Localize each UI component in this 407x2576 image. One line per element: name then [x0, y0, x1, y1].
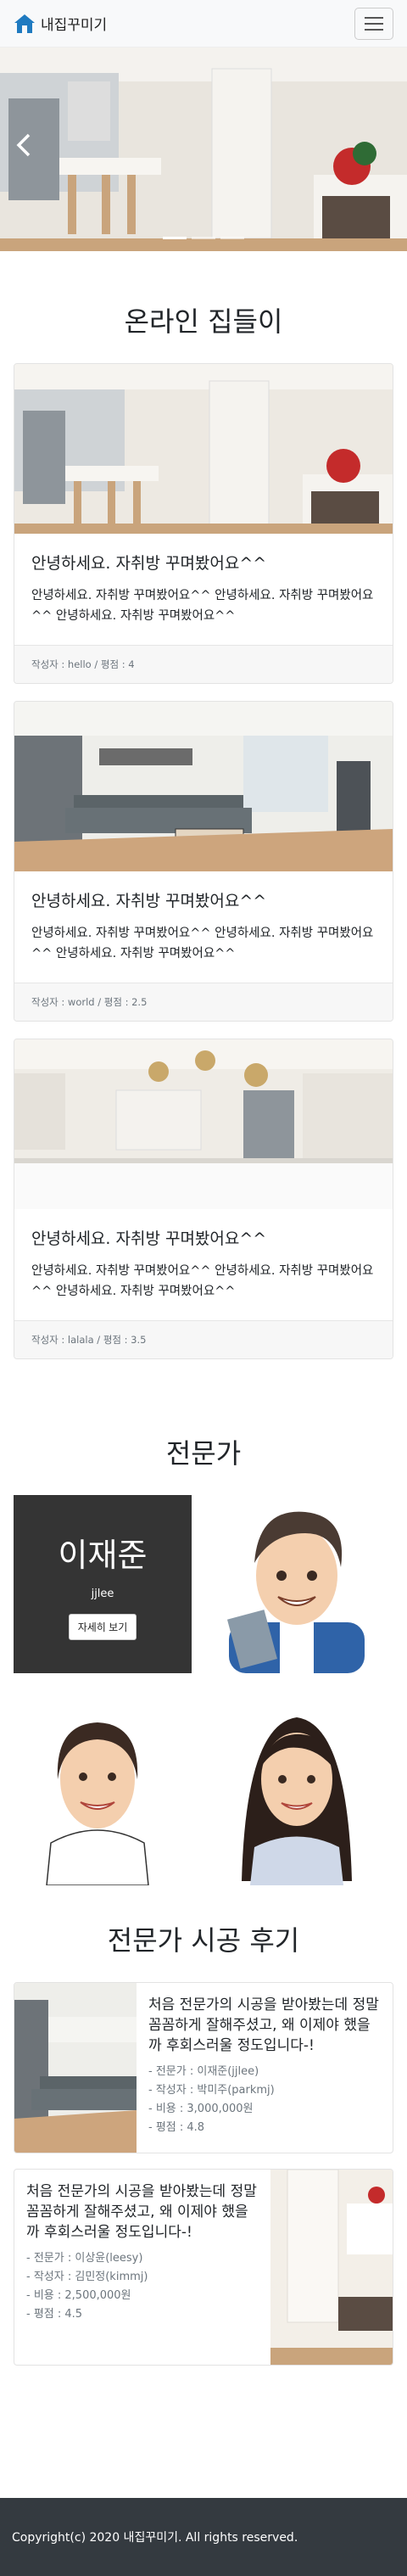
- card-text: 안녕하세요. 자취방 꾸며봤어요^^ 안녕하세요. 자취방 꾸며봤어요^^ 안녕…: [31, 927, 374, 960]
- expert-avatar[interactable]: [229, 1699, 365, 1885]
- review-title: 처음 전문가의 시공을 받아봤는데 정말 꼼꼼하게 잘해주셨고, 왜 이제야 했…: [148, 1996, 379, 2054]
- card-image: [14, 1039, 393, 1209]
- hero-carousel: [0, 48, 407, 251]
- review-detail-author: - 작성자 : 김민정(kimmj): [26, 2271, 148, 2283]
- card-title[interactable]: 안녕하세요. 자취방 꾸며봤어요^^: [31, 551, 376, 574]
- carousel-indicator[interactable]: [220, 237, 244, 239]
- review-detail-cost: - 비용 : 2,500,000원: [26, 2289, 131, 2302]
- review-detail-rating: - 평점 : 4.8: [148, 2121, 205, 2134]
- card-body: 안녕하세요. 자취방 꾸며봤어요^^ 안녕하세요. 자취방 꾸며봤어요^^ 안녕…: [14, 871, 393, 983]
- section-title-experts: 전문가: [165, 1437, 242, 1470]
- expert-avatar[interactable]: [212, 1495, 382, 1673]
- brand-link[interactable]: 내집꾸미기: [14, 13, 107, 34]
- expert-avatar[interactable]: [34, 1699, 161, 1885]
- expert-name: 이재준: [58, 1536, 148, 1574]
- review-body: 처음 전문가의 시공을 받아봤는데 정말 꼼꼼하게 잘해주셨고, 왜 이제야 했…: [137, 1983, 393, 2153]
- card-body: 안녕하세요. 자취방 꾸며봤어요^^ 안녕하세요. 자취방 꾸며봤어요^^ 안녕…: [14, 534, 393, 645]
- review-detail-cost: - 비용 : 3,000,000원: [148, 2103, 254, 2115]
- review-detail-expert: - 전문가 : 이상윤(leesy): [26, 2252, 143, 2265]
- review-title: 처음 전문가의 시공을 받아봤는데 정말 꼼꼼하게 잘해주셨고, 왜 이제야 했…: [26, 2183, 257, 2241]
- review-body: 처음 전문가의 시공을 받아봤는데 정말 꼼꼼하게 잘해주셨고, 왜 이제야 했…: [14, 2170, 270, 2365]
- card-image: [14, 702, 393, 871]
- footer-copyright: Copyright(c) 2020 내집꾸미기. All rights rese…: [12, 2531, 298, 2545]
- card-footer: 작성자 : world / 평점 : 2.5: [14, 983, 393, 1021]
- hero-image: [0, 48, 407, 251]
- expert-detail-button[interactable]: 자세히 보기: [68, 1613, 137, 1640]
- hamburger-icon: [365, 16, 383, 19]
- review-details: - 전문가 : 이상윤(leesy) - 작성자 : 김민정(kimmj) - …: [26, 2249, 259, 2324]
- review-detail-rating: - 평점 : 4.5: [26, 2308, 83, 2321]
- navbar: 내집꾸미기: [0, 0, 407, 48]
- card-footer: 작성자 : hello / 평점 : 4: [14, 645, 393, 683]
- card-body: 안녕하세요. 자취방 꾸며봤어요^^ 안녕하세요. 자취방 꾸며봤어요^^ 안녕…: [14, 1209, 393, 1320]
- post-card[interactable]: 안녕하세요. 자취방 꾸며봤어요^^ 안녕하세요. 자취방 꾸며봤어요^^ 안녕…: [14, 1039, 393, 1359]
- carousel-indicator[interactable]: [163, 237, 187, 239]
- section-title-online: 온라인 집들이: [124, 305, 283, 338]
- carousel-indicators: [0, 237, 407, 239]
- chevron-left-icon[interactable]: [14, 132, 34, 158]
- review-card[interactable]: 처음 전문가의 시공을 받아봤는데 정말 꼼꼼하게 잘해주셨고, 왜 이제야 했…: [14, 2169, 393, 2366]
- card-text: 안녕하세요. 자취방 꾸며봤어요^^ 안녕하세요. 자취방 꾸며봤어요^^ 안녕…: [31, 1264, 374, 1298]
- card-image: [14, 364, 393, 534]
- review-image: [270, 2170, 393, 2365]
- review-details: - 전문가 : 이재준(jjlee) - 작성자 : 박미주(parkmj) -…: [148, 2063, 381, 2137]
- post-card[interactable]: 안녕하세요. 자취방 꾸며봤어요^^ 안녕하세요. 자취방 꾸며봤어요^^ 안녕…: [14, 363, 393, 684]
- review-image: [14, 1983, 137, 2153]
- section-title-reviews: 전문가 시공 후기: [107, 1924, 300, 1957]
- review-detail-author: - 작성자 : 박미주(parkmj): [148, 2084, 275, 2097]
- menu-toggle-button[interactable]: [354, 7, 393, 40]
- card-title[interactable]: 안녕하세요. 자취방 꾸며봤어요^^: [31, 888, 376, 911]
- expert-feature-box: 이재준 jjlee 자세히 보기: [14, 1495, 192, 1673]
- expert-id: jjlee: [91, 1587, 114, 1600]
- post-card[interactable]: 안녕하세요. 자취방 꾸며봤어요^^ 안녕하세요. 자취방 꾸며봤어요^^ 안녕…: [14, 701, 393, 1022]
- house-icon: [14, 14, 35, 33]
- review-detail-expert: - 전문가 : 이재준(jjlee): [148, 2065, 259, 2078]
- experts-grid: 이재준 jjlee 자세히 보기: [0, 1495, 407, 1894]
- card-title[interactable]: 안녕하세요. 자취방 꾸며봤어요^^: [31, 1226, 376, 1249]
- carousel-indicator[interactable]: [192, 237, 215, 239]
- review-card[interactable]: 처음 전문가의 시공을 받아봤는데 정말 꼼꼼하게 잘해주셨고, 왜 이제야 했…: [14, 1982, 393, 2153]
- footer: Copyright(c) 2020 내집꾸미기. All rights rese…: [0, 2498, 407, 2576]
- card-text: 안녕하세요. 자취방 꾸며봤어요^^ 안녕하세요. 자취방 꾸며봤어요^^ 안녕…: [31, 589, 374, 623]
- brand-text: 내집꾸미기: [41, 17, 108, 34]
- card-footer: 작성자 : lalala / 평점 : 3.5: [14, 1320, 393, 1358]
